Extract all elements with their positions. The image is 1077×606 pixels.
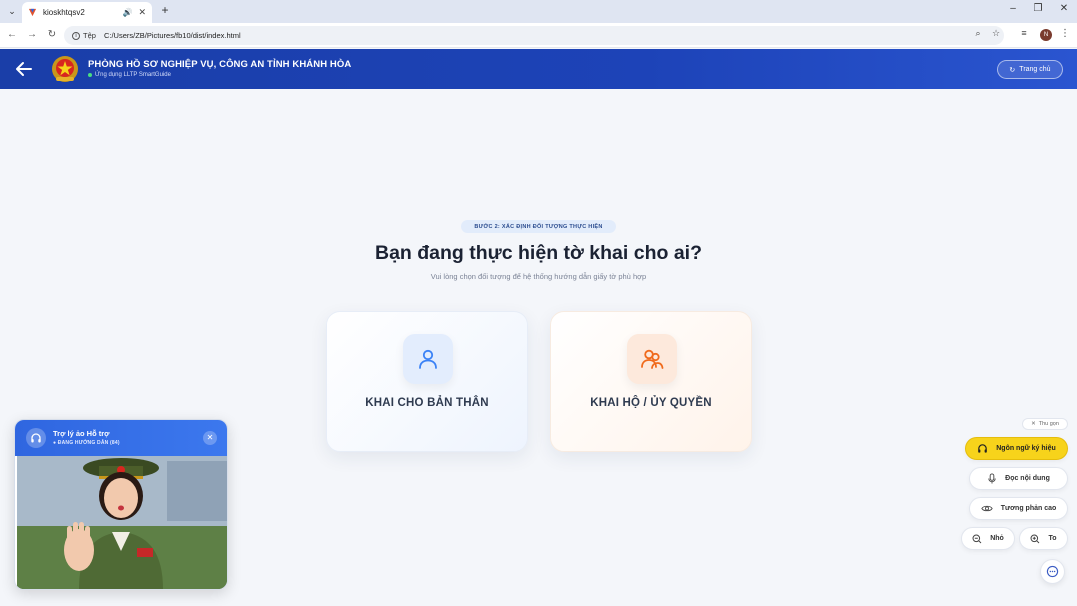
- option-card-proxy[interactable]: KHAI HỘ / ỦY QUYỀN: [550, 311, 752, 452]
- window-close-icon[interactable]: ✕: [1057, 3, 1071, 14]
- home-button[interactable]: ↻ Trang chủ: [997, 60, 1063, 79]
- address-bar[interactable]: i Tệp C:/Users/ZB/Pictures/fb10/dist/ind…: [64, 26, 1004, 45]
- text-large-label: To: [1048, 535, 1057, 542]
- bookmark-star-icon[interactable]: ☆: [989, 28, 1003, 39]
- reload-icon[interactable]: ↻: [45, 28, 59, 42]
- microphone-icon: [988, 473, 996, 484]
- address-url: C:/Users/ZB/Pictures/fb10/dist/index.htm…: [103, 31, 241, 40]
- tab-favicon-icon: [28, 8, 37, 17]
- collapse-x-icon: ✕: [1031, 421, 1036, 427]
- assistant-panel: Trợ lý ảo Hỗ trợ ● ĐANG HƯỚNG DẪN (84) ✕: [14, 419, 228, 590]
- page-subtitle: Vui lòng chọn đối tượng để hệ thống hướn…: [430, 272, 647, 281]
- zoom-icon[interactable]: ⌕: [971, 28, 985, 39]
- back-nav-icon[interactable]: ←: [5, 28, 19, 42]
- police-emblem-icon: [52, 56, 78, 82]
- back-arrow-icon[interactable]: [14, 59, 34, 79]
- read-content-button[interactable]: Đọc nội dung: [969, 467, 1068, 490]
- minimize-icon[interactable]: –: [1006, 3, 1020, 14]
- headphones-icon: [978, 444, 988, 453]
- option-label-self: KHAI CHO BẢN THÂN: [365, 397, 489, 409]
- user-icon: [419, 349, 437, 369]
- option-label-proxy: KHAI HỘ / ỦY QUYỀN: [590, 397, 712, 409]
- address-scheme: Tệp: [83, 31, 96, 40]
- headphones-icon: [26, 428, 46, 448]
- zoom-in-icon: [1030, 534, 1040, 543]
- chat-fab-button[interactable]: [1040, 559, 1065, 584]
- restore-icon[interactable]: ❐: [1031, 3, 1045, 14]
- home-button-label: Trang chủ: [1019, 66, 1051, 73]
- collapse-label: Thu gọn: [1038, 421, 1059, 427]
- sign-language-label: Ngôn ngữ ký hiệu: [996, 445, 1056, 452]
- eye-icon: [981, 505, 993, 512]
- assistant-avatar-video: [17, 456, 227, 589]
- browser-toolbar: ← → ↻ i Tệp C:/Users/ZB/Pictures/fb10/di…: [0, 23, 1077, 48]
- online-dot-icon: [88, 73, 92, 77]
- read-content-label: Đọc nội dung: [1005, 475, 1050, 482]
- sign-language-button[interactable]: Ngôn ngữ ký hiệu: [965, 437, 1068, 460]
- app-subtitle: Ứng dụng LLTP SmartGuide: [88, 72, 171, 78]
- text-large-button[interactable]: To: [1019, 527, 1068, 550]
- forward-nav-icon[interactable]: →: [25, 28, 39, 42]
- page-title: Bạn đang thực hiện tờ khai cho ai?: [374, 242, 702, 264]
- option-icon-box: [403, 334, 453, 384]
- high-contrast-label: Tương phản cao: [1000, 505, 1057, 512]
- tab-audio-icon[interactable]: 🔊: [122, 8, 132, 17]
- site-info-icon[interactable]: i: [72, 31, 80, 40]
- text-small-button[interactable]: Nhỏ: [961, 527, 1015, 550]
- high-contrast-button[interactable]: Tương phản cao: [969, 497, 1068, 520]
- text-small-label: Nhỏ: [990, 535, 1004, 542]
- users-icon: [641, 349, 664, 369]
- profile-avatar[interactable]: N: [1040, 29, 1052, 41]
- app-name: Ứng dụng LLTP SmartGuide: [95, 72, 171, 78]
- assistant-status: ● ĐANG HƯỚNG DẪN (84): [53, 440, 120, 446]
- option-card-self[interactable]: KHAI CHO BẢN THÂN: [326, 311, 528, 452]
- option-icon-box: [627, 334, 677, 384]
- new-tab-icon[interactable]: +: [158, 3, 172, 17]
- collapse-button[interactable]: ✕ Thu gọn: [1022, 418, 1068, 430]
- tab-title: kioskhtqsv2: [43, 8, 85, 17]
- chat-bubble-icon: [1046, 565, 1059, 578]
- zoom-out-icon: [972, 534, 982, 543]
- browser-tab-strip: ⌄ kioskhtqsv2 🔊 ✕ + – ❐ ✕: [0, 0, 1077, 23]
- org-name: PHÒNG HỒ SƠ NGHIỆP VỤ, CÔNG AN TỈNH KHÁN…: [88, 59, 352, 70]
- browser-menu-icon[interactable]: ⋮: [1060, 28, 1070, 39]
- app-header: PHÒNG HỒ SƠ NGHIỆP VỤ, CÔNG AN TỈNH KHÁN…: [0, 49, 1077, 89]
- tab-search-dropdown-icon[interactable]: ⌄: [4, 3, 20, 19]
- browser-tab[interactable]: kioskhtqsv2 🔊 ✕: [22, 2, 152, 23]
- tab-close-icon[interactable]: ✕: [138, 7, 146, 18]
- assistant-title: Trợ lý ảo Hỗ trợ: [53, 429, 110, 438]
- refresh-icon: ↻: [1009, 66, 1016, 74]
- assistant-header: Trợ lý ảo Hỗ trợ ● ĐANG HƯỚNG DẪN (84) ✕: [15, 420, 227, 456]
- assistant-avatar-image: [17, 456, 227, 589]
- assistant-close-icon[interactable]: ✕: [203, 431, 217, 445]
- media-controls-icon[interactable]: ≡: [1017, 28, 1031, 38]
- step-badge: BƯỚC 2: XÁC ĐỊNH ĐỐI TƯỢNG THỰC HIỆN: [461, 220, 616, 233]
